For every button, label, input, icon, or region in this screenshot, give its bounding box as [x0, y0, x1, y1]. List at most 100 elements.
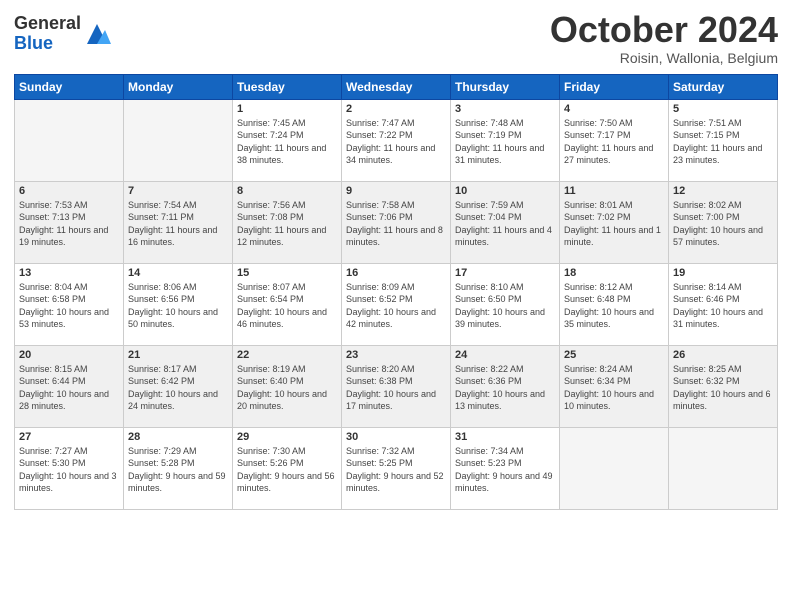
calendar-cell: 26 Sunrise: 8:25 AMSunset: 6:32 PMDayligh…	[669, 345, 778, 427]
day-number: 9	[346, 185, 446, 197]
day-number: 14	[128, 267, 228, 279]
day-number: 30	[346, 431, 446, 443]
day-detail: Sunrise: 8:12 AMSunset: 6:48 PMDaylight:…	[564, 281, 664, 331]
calendar-cell	[669, 427, 778, 509]
calendar-cell: 27 Sunrise: 7:27 AMSunset: 5:30 PMDayligh…	[15, 427, 124, 509]
day-number: 7	[128, 185, 228, 197]
calendar-cell: 30 Sunrise: 7:32 AMSunset: 5:25 PMDayligh…	[342, 427, 451, 509]
calendar-cell: 29Sunrise: 7:30 AMSunset: 5:26 PMDayligh…	[233, 427, 342, 509]
day-detail: Sunrise: 8:14 AMSunset: 6:46 PMDaylight:…	[673, 281, 773, 331]
calendar-cell: 21Sunrise: 8:17 AMSunset: 6:42 PMDayligh…	[124, 345, 233, 427]
day-detail: Sunrise: 8:04 AMSunset: 6:58 PMDaylight:…	[19, 281, 119, 331]
week-row-5: 27 Sunrise: 7:27 AMSunset: 5:30 PMDayligh…	[15, 427, 778, 509]
calendar-cell	[124, 99, 233, 181]
col-wednesday: Wednesday	[342, 74, 451, 99]
day-number: 19	[673, 267, 773, 279]
day-number: 20	[19, 349, 119, 361]
calendar-cell: 24 Sunrise: 8:22 AMSunset: 6:36 PMDayligh…	[451, 345, 560, 427]
day-number: 3	[455, 103, 555, 115]
col-monday: Monday	[124, 74, 233, 99]
calendar-cell: 13 Sunrise: 8:04 AMSunset: 6:58 PMDayligh…	[15, 263, 124, 345]
day-number: 24	[455, 349, 555, 361]
calendar-cell: 20 Sunrise: 8:15 AMSunset: 6:44 PMDayligh…	[15, 345, 124, 427]
calendar-cell: 19 Sunrise: 8:14 AMSunset: 6:46 PMDayligh…	[669, 263, 778, 345]
header: General Blue October 2024 Roisin, Wallon…	[14, 10, 778, 66]
calendar-cell: 7 Sunrise: 7:54 AMSunset: 7:11 PMDaylight…	[124, 181, 233, 263]
calendar-cell: 25Sunrise: 8:24 AMSunset: 6:34 PMDayligh…	[560, 345, 669, 427]
day-detail: Sunrise: 8:25 AMSunset: 6:32 PMDaylight:…	[673, 363, 773, 413]
calendar-cell: 28 Sunrise: 7:29 AMSunset: 5:28 PMDayligh…	[124, 427, 233, 509]
col-sunday: Sunday	[15, 74, 124, 99]
col-thursday: Thursday	[451, 74, 560, 99]
day-number: 15	[237, 267, 337, 279]
logo-text: General Blue	[14, 14, 81, 54]
calendar-cell: 10Sunrise: 7:59 AMSunset: 7:04 PMDayligh…	[451, 181, 560, 263]
month-title: October 2024	[550, 10, 778, 50]
day-detail: Sunrise: 7:53 AMSunset: 7:13 PMDaylight:…	[19, 199, 119, 249]
calendar-cell: 12 Sunrise: 8:02 AMSunset: 7:00 PMDayligh…	[669, 181, 778, 263]
day-detail: Sunrise: 8:24 AMSunset: 6:34 PMDaylight:…	[564, 363, 664, 413]
day-number: 6	[19, 185, 119, 197]
day-number: 13	[19, 267, 119, 279]
week-row-3: 13 Sunrise: 8:04 AMSunset: 6:58 PMDayligh…	[15, 263, 778, 345]
header-row: Sunday Monday Tuesday Wednesday Thursday…	[15, 74, 778, 99]
day-detail: Sunrise: 7:45 AMSunset: 7:24 PMDaylight:…	[237, 117, 337, 167]
day-detail: Sunrise: 7:32 AMSunset: 5:25 PMDaylight:…	[346, 445, 446, 495]
calendar-cell: 3 Sunrise: 7:48 AMSunset: 7:19 PMDaylight…	[451, 99, 560, 181]
day-number: 5	[673, 103, 773, 115]
day-number: 8	[237, 185, 337, 197]
day-number: 18	[564, 267, 664, 279]
day-number: 29	[237, 431, 337, 443]
day-detail: Sunrise: 7:54 AMSunset: 7:11 PMDaylight:…	[128, 199, 228, 249]
day-number: 31	[455, 431, 555, 443]
calendar-cell: 11 Sunrise: 8:01 AMSunset: 7:02 PMDayligh…	[560, 181, 669, 263]
week-row-4: 20 Sunrise: 8:15 AMSunset: 6:44 PMDayligh…	[15, 345, 778, 427]
logo: General Blue	[14, 14, 111, 54]
day-number: 27	[19, 431, 119, 443]
day-detail: Sunrise: 8:17 AMSunset: 6:42 PMDaylight:…	[128, 363, 228, 413]
week-row-2: 6 Sunrise: 7:53 AMSunset: 7:13 PMDaylight…	[15, 181, 778, 263]
calendar-cell: 5Sunrise: 7:51 AMSunset: 7:15 PMDaylight…	[669, 99, 778, 181]
calendar-cell: 31Sunrise: 7:34 AMSunset: 5:23 PMDayligh…	[451, 427, 560, 509]
day-detail: Sunrise: 8:06 AMSunset: 6:56 PMDaylight:…	[128, 281, 228, 331]
day-detail: Sunrise: 7:59 AMSunset: 7:04 PMDaylight:…	[455, 199, 555, 249]
day-detail: Sunrise: 8:20 AMSunset: 6:38 PMDaylight:…	[346, 363, 446, 413]
calendar-cell: 23Sunrise: 8:20 AMSunset: 6:38 PMDayligh…	[342, 345, 451, 427]
calendar-cell: 17 Sunrise: 8:10 AMSunset: 6:50 PMDayligh…	[451, 263, 560, 345]
day-detail: Sunrise: 8:01 AMSunset: 7:02 PMDaylight:…	[564, 199, 664, 249]
title-block: October 2024 Roisin, Wallonia, Belgium	[550, 10, 778, 66]
day-number: 1	[237, 103, 337, 115]
day-detail: Sunrise: 7:27 AMSunset: 5:30 PMDaylight:…	[19, 445, 119, 495]
day-number: 26	[673, 349, 773, 361]
day-number: 12	[673, 185, 773, 197]
day-detail: Sunrise: 8:15 AMSunset: 6:44 PMDaylight:…	[19, 363, 119, 413]
calendar-cell: 8 Sunrise: 7:56 AMSunset: 7:08 PMDaylight…	[233, 181, 342, 263]
day-detail: Sunrise: 7:50 AMSunset: 7:17 PMDaylight:…	[564, 117, 664, 167]
day-number: 11	[564, 185, 664, 197]
day-detail: Sunrise: 7:29 AMSunset: 5:28 PMDaylight:…	[128, 445, 228, 495]
day-detail: Sunrise: 8:02 AMSunset: 7:00 PMDaylight:…	[673, 199, 773, 249]
day-detail: Sunrise: 8:19 AMSunset: 6:40 PMDaylight:…	[237, 363, 337, 413]
day-detail: Sunrise: 7:48 AMSunset: 7:19 PMDaylight:…	[455, 117, 555, 167]
logo-general: General	[14, 14, 81, 34]
day-detail: Sunrise: 7:56 AMSunset: 7:08 PMDaylight:…	[237, 199, 337, 249]
day-detail: Sunrise: 8:22 AMSunset: 6:36 PMDaylight:…	[455, 363, 555, 413]
logo-icon	[83, 20, 111, 48]
logo-blue: Blue	[14, 34, 81, 54]
col-tuesday: Tuesday	[233, 74, 342, 99]
day-number: 22	[237, 349, 337, 361]
day-number: 28	[128, 431, 228, 443]
calendar-cell: 9Sunrise: 7:58 AMSunset: 7:06 PMDaylight…	[342, 181, 451, 263]
calendar-cell: 1 Sunrise: 7:45 AMSunset: 7:24 PMDaylight…	[233, 99, 342, 181]
day-detail: Sunrise: 8:09 AMSunset: 6:52 PMDaylight:…	[346, 281, 446, 331]
calendar-cell: 6 Sunrise: 7:53 AMSunset: 7:13 PMDaylight…	[15, 181, 124, 263]
week-row-1: 1 Sunrise: 7:45 AMSunset: 7:24 PMDaylight…	[15, 99, 778, 181]
day-detail: Sunrise: 8:10 AMSunset: 6:50 PMDaylight:…	[455, 281, 555, 331]
day-detail: Sunrise: 7:47 AMSunset: 7:22 PMDaylight:…	[346, 117, 446, 167]
calendar-cell: 4Sunrise: 7:50 AMSunset: 7:17 PMDaylight…	[560, 99, 669, 181]
calendar-cell: 18 Sunrise: 8:12 AMSunset: 6:48 PMDayligh…	[560, 263, 669, 345]
col-friday: Friday	[560, 74, 669, 99]
col-saturday: Saturday	[669, 74, 778, 99]
day-number: 17	[455, 267, 555, 279]
calendar-cell: 16Sunrise: 8:09 AMSunset: 6:52 PMDayligh…	[342, 263, 451, 345]
